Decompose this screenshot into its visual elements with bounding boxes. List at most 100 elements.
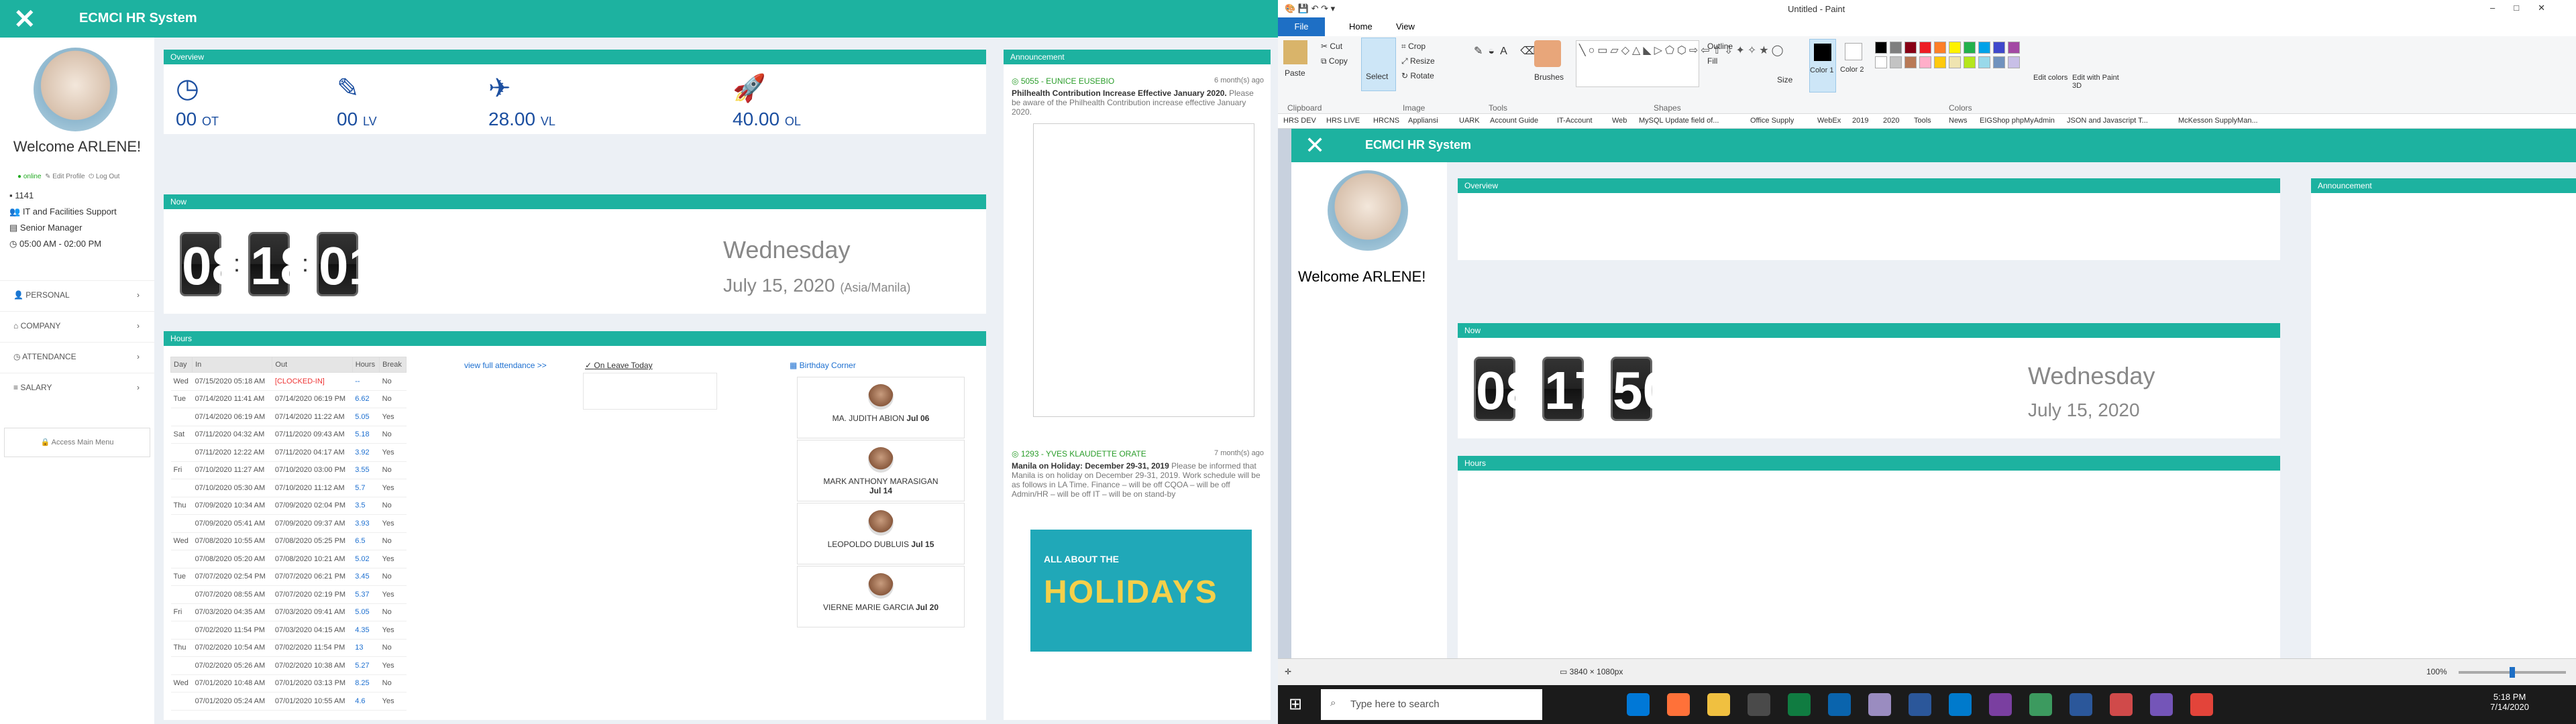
hours-column-header: Break <box>379 357 407 373</box>
bookmark-item[interactable]: UARK <box>1459 117 1480 125</box>
table-cell: 07/14/2020 11:41 AM <box>192 390 272 408</box>
table-cell: 07/08/2020 05:20 AM <box>192 550 272 568</box>
folder-icon[interactable] <box>1707 693 1730 716</box>
color-swatch[interactable] <box>1978 56 1990 68</box>
tab-home[interactable]: Home <box>1349 21 1373 32</box>
color-swatch[interactable] <box>1978 42 1990 54</box>
on-leave-link[interactable]: ✓ On Leave Today <box>585 361 653 370</box>
bookmark-item[interactable]: News <box>1949 117 1968 125</box>
color-swatch[interactable] <box>1890 56 1902 68</box>
color-swatch[interactable] <box>1993 42 2005 54</box>
bookmark-item[interactable]: JSON and Javascript T... <box>2067 117 2148 125</box>
color1-button[interactable]: Color 1 <box>1809 39 1836 93</box>
word-icon[interactable] <box>2070 693 2092 716</box>
chrome-icon[interactable] <box>2190 693 2213 716</box>
color-swatch[interactable] <box>1934 56 1946 68</box>
announcement-author[interactable]: ◎ 1293 - YVES KLAUDETTE ORATE <box>1012 449 1146 459</box>
color-swatch[interactable] <box>1949 42 1961 54</box>
color-swatch[interactable] <box>1964 56 1976 68</box>
color-swatch[interactable] <box>1875 56 1887 68</box>
table-cell: 07/02/2020 11:54 PM <box>272 639 353 657</box>
menu-personal[interactable]: 👤 PERSONAL › <box>0 280 154 310</box>
bookmark-item[interactable]: WebEx <box>1817 117 1841 125</box>
color-swatch[interactable] <box>2008 42 2020 54</box>
taskbar-clock[interactable]: 5:18 PM 7/14/2020 <box>2490 692 2529 712</box>
size-button[interactable]: Size <box>1777 75 1792 84</box>
access-main-menu-button[interactable]: 🔒 Access Main Menu <box>4 428 150 457</box>
bookmark-item[interactable]: HRS DEV <box>1283 117 1316 125</box>
resize-button[interactable]: ⤢ Resize <box>1401 56 1435 66</box>
color-swatch[interactable] <box>1875 42 1887 54</box>
bookmark-item[interactable]: 2019 <box>1852 117 1868 125</box>
table-cell <box>170 692 193 711</box>
cut-button[interactable]: ✂ Cut <box>1321 42 1342 51</box>
vscode-icon[interactable] <box>1949 693 1972 716</box>
welcome-text-capture: Welcome ARLENE! <box>1298 268 1426 285</box>
taskbar-search-input[interactable]: ⌕ Type here to search <box>1321 689 1542 720</box>
bookmark-item[interactable]: McKesson SupplyMan... <box>2178 117 2258 125</box>
bookmark-item[interactable]: 2020 <box>1883 117 1899 125</box>
close-icon[interactable]: ✕ <box>13 4 36 35</box>
app-icon[interactable] <box>2029 693 2052 716</box>
paint-icon[interactable] <box>2110 693 2133 716</box>
color-swatch[interactable] <box>1904 42 1917 54</box>
window-controls[interactable]: –□✕ <box>2490 3 2564 13</box>
bookmark-item[interactable]: HRCNS <box>1373 117 1399 125</box>
color2-button[interactable]: Color 2 <box>1840 39 1867 93</box>
firefox-icon[interactable] <box>1667 693 1690 716</box>
rotate-button[interactable]: ↻ Rotate <box>1401 71 1434 80</box>
color-swatch[interactable] <box>1919 42 1931 54</box>
menu-salary[interactable]: ≡ SALARY › <box>0 373 154 402</box>
app-icon[interactable] <box>1868 693 1891 716</box>
excel-icon[interactable] <box>1788 693 1811 716</box>
menu-company[interactable]: ⌂ COMPANY › <box>0 311 154 341</box>
bookmark-item[interactable]: Account Guide <box>1490 117 1538 125</box>
app-icon[interactable] <box>2150 693 2173 716</box>
bookmark-item[interactable]: Tools <box>1914 117 1931 125</box>
copy-button[interactable]: ⧉ Copy <box>1321 56 1348 66</box>
bookmark-item[interactable]: EIGShop phpMyAdmin <box>1980 117 2055 125</box>
edit-paint3d-button[interactable]: Edit with Paint 3D <box>2072 74 2119 90</box>
announcement-author[interactable]: ◎ 5055 - EUNICE EUSEBIO <box>1012 76 1114 86</box>
paint-quick-access[interactable]: 🎨 💾 ↶ ↷ ▾ <box>1285 3 1335 14</box>
edit-profile-link[interactable]: Edit Profile <box>52 173 85 180</box>
bookmark-item[interactable]: Appliansi <box>1408 117 1438 125</box>
tab-file[interactable]: File <box>1278 17 1325 36</box>
birthday-corner-link[interactable]: ▦ Birthday Corner <box>790 361 856 370</box>
windows-start-icon[interactable]: ⊞ <box>1289 695 1302 714</box>
tab-view[interactable]: View <box>1396 21 1415 32</box>
paste-button[interactable]: Paste <box>1285 68 1305 78</box>
fill-button[interactable]: Fill <box>1707 56 1717 66</box>
view-attendance-link[interactable]: view full attendance >> <box>464 361 547 370</box>
app-icon[interactable] <box>1748 693 1770 716</box>
outlook-icon[interactable] <box>1828 693 1851 716</box>
bookmark-item[interactable]: HRS LIVE <box>1326 117 1360 125</box>
bookmark-item[interactable]: IT-Account <box>1557 117 1593 125</box>
bookmark-item[interactable]: MySQL Update field of... <box>1639 117 1719 125</box>
pasted-screenshot[interactable]: ✕ ECMCI HR System Welcome ARLENE! Overvi… <box>1291 129 2576 658</box>
menu-attendance[interactable]: ◷ ATTENDANCE › <box>0 342 154 371</box>
color-swatch[interactable] <box>2008 56 2020 68</box>
bookmark-item[interactable]: Web <box>1612 117 1627 125</box>
outline-button[interactable]: Outline <box>1707 42 1733 51</box>
color-swatch[interactable] <box>1890 42 1902 54</box>
brushes-button[interactable]: Brushes <box>1534 72 1564 82</box>
edge-icon[interactable] <box>1627 693 1650 716</box>
color-swatch[interactable] <box>1964 42 1976 54</box>
crop-button[interactable]: ⌗ Crop <box>1401 42 1426 52</box>
color-swatch[interactable] <box>1934 42 1946 54</box>
chevron-right-icon: › <box>137 352 140 361</box>
color-swatch[interactable] <box>1904 56 1917 68</box>
color-swatch[interactable] <box>1949 56 1961 68</box>
bookmark-item[interactable]: Office Supply <box>1750 117 1794 125</box>
color-swatch[interactable] <box>1919 56 1931 68</box>
word-icon[interactable] <box>1909 693 1931 716</box>
edit-colors-button[interactable]: Edit colors <box>2033 74 2068 82</box>
logout-link[interactable]: Log Out <box>96 173 120 180</box>
app-icon[interactable] <box>1989 693 2012 716</box>
color-swatch[interactable] <box>1993 56 2005 68</box>
select-button[interactable]: Select <box>1361 38 1396 91</box>
shapes-gallery[interactable]: ╲○▭▱◇△◣▷⬠⬡⇨⇦⇧⇩✦✧★◯ <box>1576 40 1784 87</box>
paint-canvas-area: ✕ ECMCI HR System Welcome ARLENE! Overvi… <box>1278 129 2576 658</box>
zoom-slider[interactable] <box>2459 667 2566 678</box>
